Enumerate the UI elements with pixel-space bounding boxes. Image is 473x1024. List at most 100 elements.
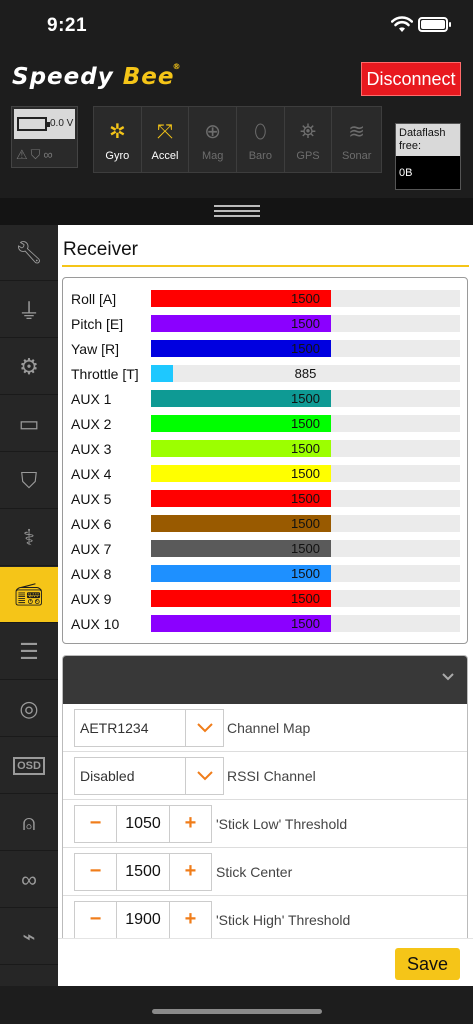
disconnect-button[interactable]: Disconnect	[361, 62, 461, 96]
channel-bar-track: 1500	[151, 565, 460, 582]
motor-icon: ◎	[19, 695, 39, 721]
channel-value: 1500	[291, 591, 320, 606]
sensor-gyro: ✲ Gyro	[94, 107, 142, 172]
battery-icon	[17, 117, 50, 131]
stick-high-increment-button[interactable]: +	[169, 902, 211, 938]
sidebar-item-motors[interactable]: ◎	[0, 681, 58, 737]
channel-label: AUX 5	[71, 491, 112, 507]
dataflash-panel: Dataflash free: 0B	[395, 123, 461, 190]
channel-value: 1500	[291, 441, 320, 456]
settings-header[interactable]	[63, 656, 467, 704]
logo-registered-mark: ®	[172, 62, 182, 71]
channel-value: 1500	[291, 416, 320, 431]
sidebar-item-receiver[interactable]: 📻︎	[0, 567, 58, 623]
stick-low-decrement-button[interactable]: −	[75, 806, 117, 842]
wrench-icon: 🔧︎	[15, 239, 43, 265]
channel-row: AUX 5 1500	[63, 489, 467, 508]
parachute-small-icon: ⛉	[30, 147, 44, 162]
battery-status-icon	[418, 17, 451, 32]
stick-center-input[interactable]: 1500	[117, 854, 169, 890]
sidebar-item-pid-tuning[interactable]: ⚕	[0, 510, 58, 566]
stick-center-decrement-button[interactable]: −	[75, 854, 117, 890]
sidebar-item-ports[interactable]: ⏚	[0, 282, 58, 338]
channel-bar-track: 1500	[151, 590, 460, 607]
accel-icon: ⤧	[157, 121, 173, 143]
sidebar-item-setup[interactable]: 🔧︎	[0, 225, 58, 281]
app-screen: 9:21 Speedy Bee ® Disconnect 0.0 V ⚠⛉∞ ✲…	[0, 0, 473, 1024]
channel-value: 1500	[291, 541, 320, 556]
sensor-sonar: ≋ Sonar	[332, 107, 381, 172]
rssi-channel-row: Disabled RSSI Channel	[63, 752, 467, 800]
battery-charge-icon: ▭	[18, 410, 40, 436]
stick-low-increment-button[interactable]: +	[169, 806, 211, 842]
sidebar-item-blackbox[interactable]: ∞	[0, 852, 58, 908]
sidebar-item-modes[interactable]: ☰	[0, 624, 58, 680]
sensor-gps: ⛯ GPS	[285, 107, 333, 172]
channel-row: AUX 6 1500	[63, 514, 467, 533]
warning-icon: ⚠	[16, 147, 31, 162]
channel-label: Throttle [T]	[71, 366, 139, 382]
channel-bar-track: 1500	[151, 290, 460, 307]
channel-bar-track: 1500	[151, 315, 460, 332]
stick-low-row: − 1050 + 'Stick Low' Threshold	[63, 800, 467, 848]
stick-center-stepper: − 1500 +	[74, 853, 212, 891]
toggle-icon: ☰	[19, 638, 39, 664]
channel-label: AUX 4	[71, 466, 112, 482]
drag-handle[interactable]	[214, 205, 260, 217]
home-indicator[interactable]	[152, 1009, 322, 1014]
speedybee-logo: Speedy Bee ®	[12, 62, 180, 96]
sidebar-item-failsafe[interactable]: ⛉	[0, 453, 58, 509]
stick-center-row: − 1500 + Stick Center	[63, 848, 467, 896]
channel-bar-track: 885	[151, 365, 460, 382]
gyro-icon: ✲	[108, 121, 126, 143]
sensor-label: Gyro	[105, 150, 130, 162]
channel-map-select[interactable]: AETR1234	[74, 709, 224, 747]
sidebar-item-osd[interactable]: OSD	[0, 738, 58, 794]
chevron-down-icon[interactable]	[185, 758, 223, 794]
channel-label: AUX 6	[71, 516, 112, 532]
chevron-down-icon[interactable]	[185, 710, 223, 746]
channel-label: AUX 7	[71, 541, 112, 557]
sensor-baro: ⬯ Baro	[237, 107, 285, 172]
osd-icon: OSD	[13, 756, 45, 775]
sensor-label: Mag	[201, 150, 224, 162]
save-button[interactable]: Save	[395, 948, 460, 980]
channel-row: Yaw [R] 1500	[63, 339, 467, 358]
channel-label: AUX 3	[71, 441, 112, 457]
stick-center-increment-button[interactable]: +	[169, 854, 211, 890]
channel-label: Yaw [R]	[71, 341, 119, 357]
stick-low-stepper: − 1050 +	[74, 805, 212, 843]
sensor-label: GPS	[296, 150, 320, 162]
sidebar-item-power[interactable]: ▭	[0, 396, 58, 452]
stick-center-label: Stick Center	[216, 864, 293, 880]
stick-low-input[interactable]: 1050	[117, 806, 169, 842]
link-icon: ∞	[43, 147, 56, 162]
sidebar-item-configuration[interactable]: ⚙	[0, 339, 58, 395]
plug-icon: ⏚	[17, 298, 40, 324]
rssi-channel-select[interactable]: Disabled	[74, 757, 224, 795]
channel-row: AUX 7 1500	[63, 539, 467, 558]
channel-bar-track: 1500	[151, 390, 460, 407]
channel-label: AUX 1	[71, 391, 112, 407]
stick-high-input[interactable]: 1900	[117, 902, 169, 938]
channel-label: AUX 10	[71, 616, 120, 632]
channel-value: 1500	[291, 316, 320, 331]
status-time: 9:21	[47, 15, 88, 36]
stick-low-label: 'Stick Low' Threshold	[216, 816, 348, 832]
channel-bar-track: 1500	[151, 540, 460, 557]
parachute-icon: ⛉	[20, 467, 38, 493]
stick-high-decrement-button[interactable]: −	[75, 902, 117, 938]
channel-bar-track: 1500	[151, 415, 460, 432]
channel-value: 885	[294, 366, 317, 381]
compass-icon: ⊕	[204, 121, 222, 143]
channel-bar-track: 1500	[151, 340, 460, 357]
channel-value: 1500	[291, 566, 320, 581]
channel-row: AUX 3 1500	[63, 439, 467, 458]
sensor-mag: ⊕ Mag	[189, 107, 238, 172]
logo-word-bee: Bee	[122, 64, 175, 90]
sidebar-item-cli[interactable]: ⌁	[0, 909, 58, 965]
receiver-content: Receiver Roll [A] 1500 Pitch [E] 1500 Yaw [R…	[58, 225, 473, 986]
radio-icon: 📻︎	[15, 581, 43, 607]
sidebar-item-led-strip[interactable]: ⍝	[0, 795, 58, 851]
channel-row: Roll [A] 1500	[63, 289, 467, 308]
